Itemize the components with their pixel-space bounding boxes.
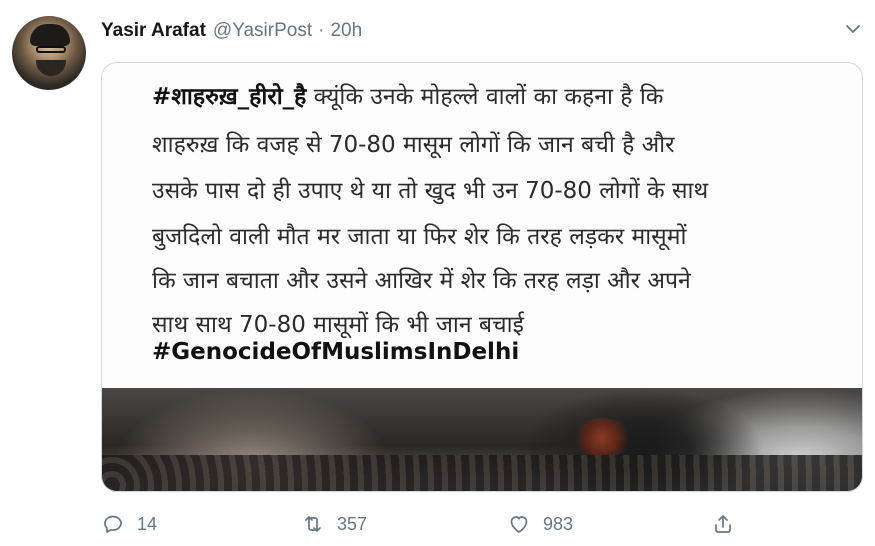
- media-text-line-1: #शाहरुख़_हीरो_है क्यूंकि उनके मोहल्ले वा…: [152, 79, 663, 111]
- avatar-beard: [36, 60, 66, 76]
- reply-icon: [104, 515, 122, 533]
- like-button[interactable]: 983: [507, 508, 573, 540]
- timestamp[interactable]: 20h: [330, 20, 362, 42]
- media-text-area: #शाहरुख़_हीरो_है क्यूंकि उनके मोहल्ले वा…: [102, 63, 862, 393]
- avatar-hair: [30, 24, 70, 46]
- media-text-line-2: शाहरुख़ कि वजह से 70-80 मासूम लोगों कि ज…: [152, 132, 675, 158]
- chevron-down-icon-svg: [846, 25, 860, 33]
- media-text-line-6: साथ साथ 70-80 मासूमों कि भी जान बचाई: [152, 312, 524, 338]
- tweet-header: Yasir Arafat @YasirPost · 20h: [101, 20, 362, 42]
- like-count: 983: [543, 513, 574, 534]
- media-text-line-5: कि जान बचाता और उसने आखिर में शेर कि तरह…: [152, 268, 691, 294]
- author-handle[interactable]: @YasirPost: [213, 20, 312, 42]
- reply-button[interactable]: 14: [101, 508, 157, 540]
- media-text-line-1-rest: क्यूंकि उनके मोहल्ले वालों का कहना है कि: [306, 84, 664, 110]
- media-hashtag-english: #GenocideOfMuslimsInDelhi: [152, 339, 520, 365]
- separator-dot: ·: [318, 20, 325, 41]
- photo-fire: [572, 418, 632, 458]
- retweet-button[interactable]: 357: [301, 508, 367, 540]
- heart-icon: [510, 516, 528, 533]
- avatar-glasses: [36, 46, 66, 53]
- photo-crowd: [102, 455, 862, 491]
- author-name[interactable]: Yasir Arafat: [101, 20, 206, 42]
- media-hashtag-hindi: #शाहरुख़_हीरो_है: [152, 84, 307, 110]
- media-card[interactable]: #शाहरुख़_हीरो_है क्यूंकि उनके मोहल्ले वा…: [101, 62, 863, 492]
- share-button[interactable]: [711, 508, 735, 540]
- retweet-icon: [305, 516, 321, 532]
- media-text-line-3: उसके पास दो ही उपाए थे या तो खुद भी उन 7…: [152, 178, 709, 204]
- media-text-line-4: बुजदिलो वाली मौत मर जाता या फिर शेर कि त…: [152, 224, 687, 250]
- media-photo: [102, 388, 862, 491]
- reply-count: 14: [137, 513, 158, 534]
- avatar[interactable]: [12, 16, 86, 90]
- tweet: Yasir Arafat @YasirPost · 20h #शाहरुख़_ह…: [0, 0, 875, 546]
- tweet-actions: 14 357 983: [101, 508, 861, 540]
- share-icon: [715, 515, 731, 533]
- chevron-down-icon[interactable]: [840, 16, 866, 42]
- retweet-count: 357: [337, 513, 368, 534]
